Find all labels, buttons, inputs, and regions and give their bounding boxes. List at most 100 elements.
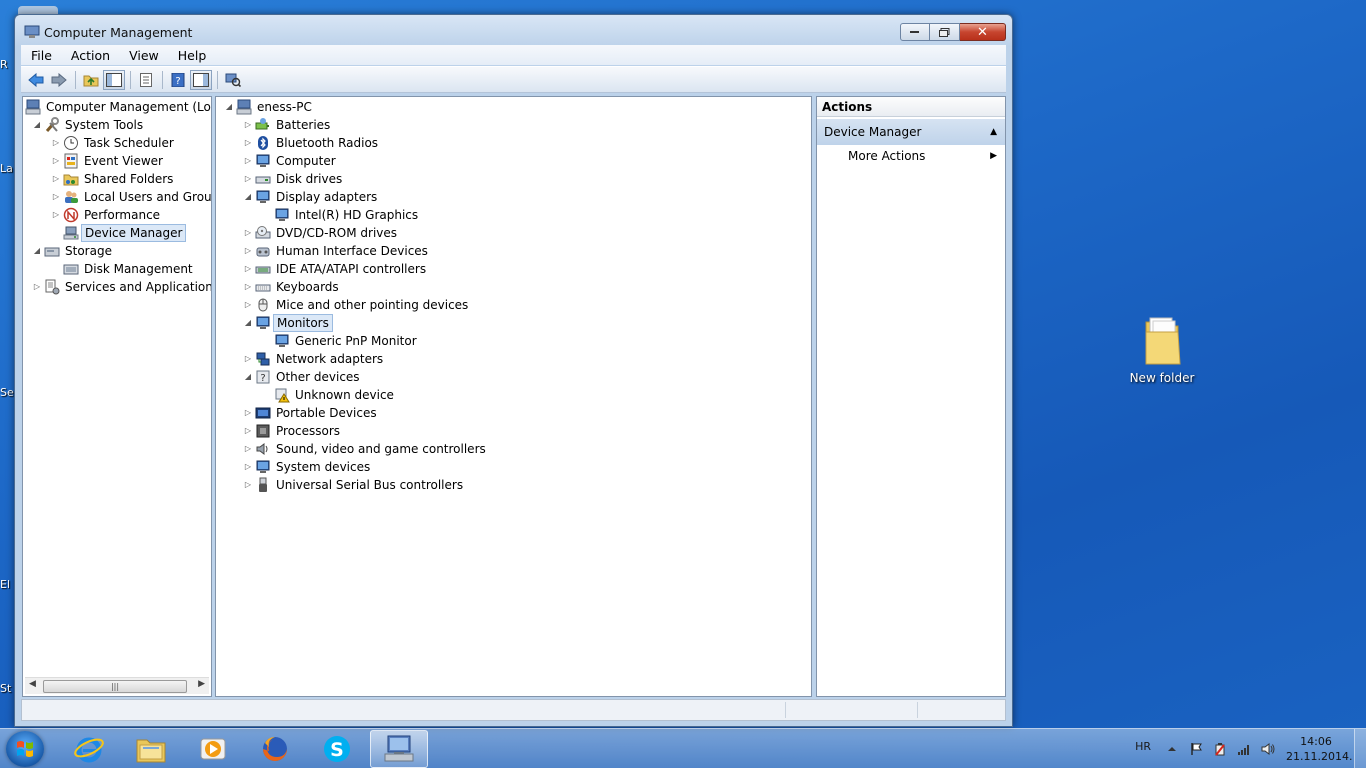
tree-node-disk-management[interactable]: Disk Management [23, 260, 211, 278]
action-center-flag-icon[interactable] [1189, 742, 1203, 756]
tree-node-processors[interactable]: ▷ Processors [216, 422, 811, 440]
tree-node-system-devices[interactable]: ▷ System devices [216, 458, 811, 476]
show-hidden-icons-icon[interactable] [1165, 742, 1179, 756]
tree-node-performance[interactable]: ▷ Performance [23, 206, 211, 224]
tree-node-services-and-applications[interactable]: ▷ Services and Applications [23, 278, 211, 296]
forward-button[interactable] [48, 70, 70, 90]
expand-arrow-icon[interactable]: ▷ [243, 458, 253, 476]
expand-arrow-icon[interactable]: ▷ [243, 152, 253, 170]
expand-arrow-icon[interactable]: ▷ [243, 404, 253, 422]
expand-arrow-icon[interactable]: ▷ [243, 422, 253, 440]
expand-arrow-icon[interactable]: ▷ [51, 134, 61, 152]
collapse-arrow-icon[interactable]: ◢ [243, 368, 253, 386]
tree-node-mice-and-other-pointing-devices[interactable]: ▷ Mice and other pointing devices [216, 296, 811, 314]
expand-arrow-icon[interactable]: ▷ [32, 278, 42, 296]
submenu-arrow-icon: ▶ [990, 151, 997, 161]
desktop-folder-new-folder[interactable]: New folder [1126, 316, 1198, 385]
expand-arrow-icon[interactable]: ▷ [243, 440, 253, 458]
collapse-arrow-icon[interactable]: ◢ [224, 98, 234, 116]
collapse-up-icon[interactable]: ▲ [990, 119, 997, 145]
taskbar-internet-explorer[interactable] [60, 730, 118, 768]
expand-arrow-icon[interactable]: ▷ [243, 134, 253, 152]
collapse-arrow-icon[interactable]: ◢ [243, 314, 253, 332]
tree-node-batteries[interactable]: ▷ Batteries [216, 116, 811, 134]
tree-node-human-interface-devices[interactable]: ▷ Human Interface Devices [216, 242, 811, 260]
more-actions-item[interactable]: More Actions ▶ [817, 145, 1005, 167]
collapse-arrow-icon[interactable]: ◢ [32, 116, 42, 134]
menu-file[interactable]: File [21, 48, 61, 63]
tree-node-network-adapters[interactable]: ▷ Network adapters [216, 350, 811, 368]
scroll-right-icon[interactable]: ▶ [198, 679, 205, 689]
properties-button[interactable] [135, 70, 157, 90]
menu-help[interactable]: Help [168, 48, 216, 63]
taskbar-computer-management[interactable] [370, 730, 428, 768]
tree-node-other-devices[interactable]: ◢? Other devices [216, 368, 811, 386]
tree-node-shared-folders[interactable]: ▷ Shared Folders [23, 170, 211, 188]
taskbar-skype[interactable]: S [308, 730, 366, 768]
network-signal-icon[interactable] [1237, 742, 1251, 756]
collapse-arrow-icon[interactable]: ◢ [32, 242, 42, 260]
expand-arrow-icon[interactable]: ▷ [243, 296, 253, 314]
tree-node-bluetooth-radios[interactable]: ▷ Bluetooth Radios [216, 134, 811, 152]
expand-arrow-icon[interactable]: ▷ [243, 224, 253, 242]
tree-node-task-scheduler[interactable]: ▷ Task Scheduler [23, 134, 211, 152]
actions-section-device-manager[interactable]: Device Manager ▲ [817, 119, 1005, 145]
tree-node-universal-serial-bus-controllers[interactable]: ▷ Universal Serial Bus controllers [216, 476, 811, 494]
expand-arrow-icon[interactable]: ▷ [243, 476, 253, 494]
tree-node-ide-ata-atapi-controllers[interactable]: ▷ IDE ATA/ATAPI controllers [216, 260, 811, 278]
expand-arrow-icon[interactable]: ▷ [51, 206, 61, 224]
power-battery-icon[interactable] [1213, 742, 1227, 756]
tree-node-sound-video-and-game-controllers[interactable]: ▷ Sound, video and game controllers [216, 440, 811, 458]
close-button[interactable]: ✕ [960, 23, 1006, 41]
expand-arrow-icon[interactable]: ▷ [243, 260, 253, 278]
tree-node-generic-pnp-monitor[interactable]: Generic PnP Monitor [216, 332, 811, 350]
language-indicator[interactable]: HR [1135, 740, 1151, 753]
show-desktop-button[interactable] [1354, 729, 1366, 768]
tree-node-system-tools[interactable]: ◢ System Tools [23, 116, 211, 134]
expand-arrow-icon[interactable]: ▷ [51, 188, 61, 206]
title-bar[interactable]: Computer Management ✕ [15, 15, 1012, 47]
scroll-left-icon[interactable]: ◀ [29, 679, 36, 689]
tree-node-local-users-and-groups[interactable]: ▷ Local Users and Groups [23, 188, 211, 206]
tree-node-computer[interactable]: ▷ Computer [216, 152, 811, 170]
tree-node-disk-drives[interactable]: ▷ Disk drives [216, 170, 811, 188]
maximize-button[interactable] [930, 23, 960, 41]
expand-arrow-icon[interactable]: ▷ [243, 170, 253, 188]
expand-arrow-icon[interactable]: ▷ [243, 350, 253, 368]
tree-node-computer-management-local[interactable]: Computer Management (Local [23, 98, 211, 116]
horizontal-scrollbar[interactable]: ◀ ||| ▶ [25, 677, 209, 694]
expand-arrow-icon[interactable]: ▷ [243, 242, 253, 260]
scan-hardware-button[interactable] [222, 70, 244, 90]
expand-arrow-icon[interactable]: ▷ [51, 170, 61, 188]
show-hide-console-tree-button[interactable] [103, 69, 125, 90]
taskbar-media-player[interactable] [184, 730, 242, 768]
tree-node-keyboards[interactable]: ▷ Keyboards [216, 278, 811, 296]
tree-node-eness-pc[interactable]: ◢ eness-PC [216, 98, 811, 116]
back-button[interactable] [25, 70, 47, 90]
tree-node-unknown-device[interactable]: Unknown device [216, 386, 811, 404]
collapse-arrow-icon[interactable]: ◢ [243, 188, 253, 206]
expand-arrow-icon[interactable]: ▷ [243, 278, 253, 296]
taskbar-windows-explorer[interactable] [122, 730, 180, 768]
minimize-button[interactable] [900, 23, 930, 41]
show-hide-action-pane-button[interactable] [190, 69, 212, 90]
help-button[interactable]: ? [167, 70, 189, 90]
menu-action[interactable]: Action [61, 48, 119, 63]
expand-arrow-icon[interactable]: ▷ [243, 116, 253, 134]
volume-icon[interactable] [1261, 742, 1275, 756]
menu-view[interactable]: View [119, 48, 168, 63]
tree-node-portable-devices[interactable]: ▷ Portable Devices [216, 404, 811, 422]
clock[interactable]: 14:06 21.11.2014. [1286, 734, 1352, 764]
tree-node-monitors[interactable]: ◢ Monitors [216, 314, 811, 332]
tree-node-device-manager[interactable]: Device Manager [23, 224, 211, 242]
tree-node-storage[interactable]: ◢ Storage [23, 242, 211, 260]
tree-node-intel-r-hd-graphics[interactable]: Intel(R) HD Graphics [216, 206, 811, 224]
taskbar-firefox[interactable] [246, 730, 304, 768]
tree-node-event-viewer[interactable]: ▷ Event Viewer [23, 152, 211, 170]
expand-arrow-icon[interactable]: ▷ [51, 152, 61, 170]
start-button[interactable] [6, 731, 44, 767]
tree-node-display-adapters[interactable]: ◢ Display adapters [216, 188, 811, 206]
scroll-thumb[interactable]: ||| [43, 680, 187, 693]
tree-node-dvd-cd-rom-drives[interactable]: ▷ DVD/CD-ROM drives [216, 224, 811, 242]
up-level-button[interactable] [80, 70, 102, 90]
